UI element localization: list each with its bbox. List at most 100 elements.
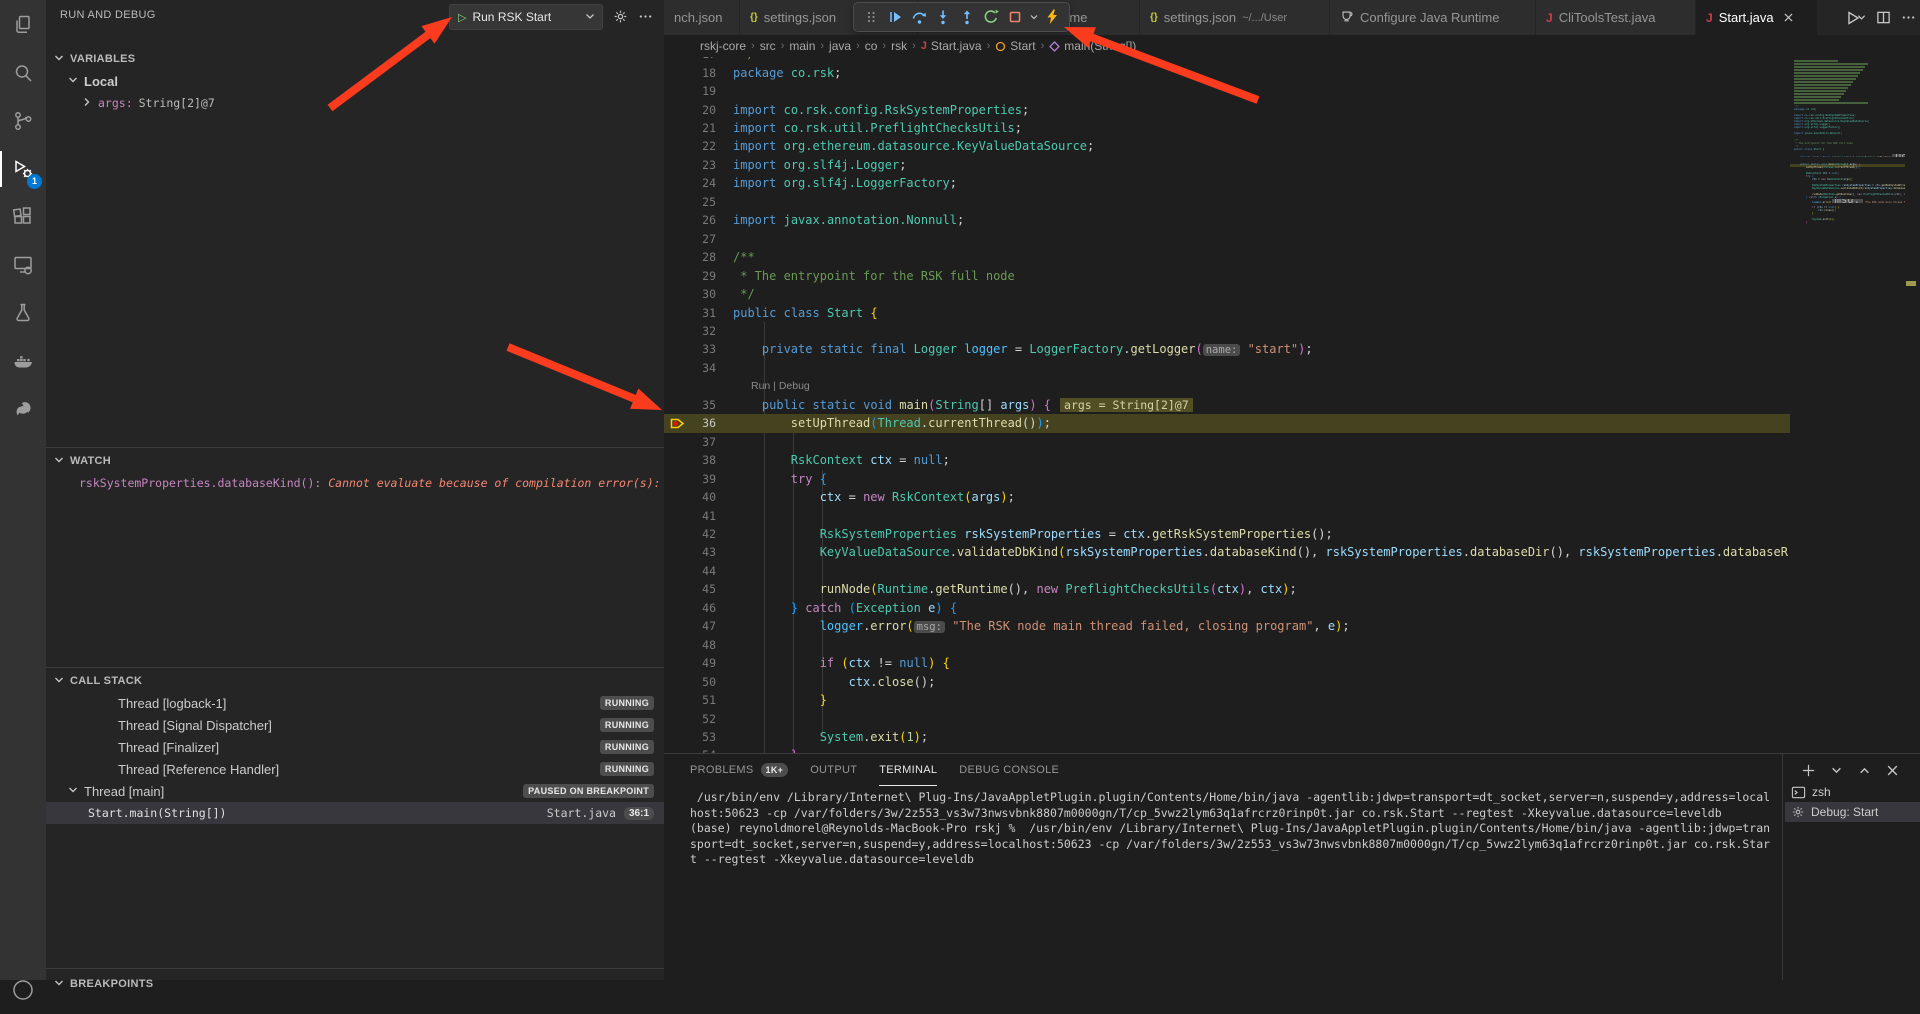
chevron-down-icon[interactable] (585, 10, 595, 24)
code-line-41[interactable]: 41 (664, 506, 1920, 524)
panel-tab-output[interactable]: OUTPUT (810, 754, 857, 786)
codelens-run-debug[interactable]: Run | Debug (664, 377, 1920, 395)
call-stack-thread-thread-signal-dispatcher[interactable]: Thread [Signal Dispatcher]RUNNING (46, 714, 664, 736)
code-line-34[interactable]: 34 (664, 359, 1920, 377)
code-line-46[interactable]: 46 } catch (Exception e) { (664, 599, 1920, 617)
minimap[interactable]: */package co.rsk;import co.rsk.config.Rs… (1790, 57, 1905, 753)
activity-remote-explorer-icon[interactable] (0, 241, 46, 289)
chevron-down-icon[interactable] (54, 673, 70, 689)
stop-icon[interactable] (1003, 5, 1027, 29)
code-line-35[interactable]: 35 public static void main(String[] args… (664, 396, 1920, 414)
close-icon[interactable] (1784, 10, 1793, 25)
breadcrumb-item-start[interactable]: Start (995, 39, 1035, 53)
code-line-18[interactable]: 18package co.rsk; (664, 63, 1920, 81)
code-line-25[interactable]: 25 (664, 193, 1920, 211)
tab-clitoolstest-java[interactable]: JCliToolsTest.java (1536, 0, 1696, 35)
code-line-40[interactable]: 40 ctx = new RskContext(args); (664, 488, 1920, 506)
code-editor[interactable]: 17 */18package co.rsk;1920import co.rsk.… (664, 45, 1920, 753)
code-line-30[interactable]: 30 */ (664, 285, 1920, 303)
code-line-28[interactable]: 28/** (664, 248, 1920, 266)
restart-icon[interactable] (979, 5, 1003, 29)
watch-expression-row[interactable]: rskSystemProperties.databaseKind(): Cann… (46, 472, 664, 494)
activity-gradle-icon[interactable] (0, 385, 46, 433)
overview-ruler[interactable] (1905, 57, 1920, 753)
code-line-42[interactable]: 42 RskSystemProperties rskSystemProperti… (664, 525, 1920, 543)
code-line-20[interactable]: 20import co.rsk.config.RskSystemProperti… (664, 100, 1920, 118)
launch-config-dropdown[interactable]: ▷ Run RSK Start (449, 4, 603, 30)
call-stack-thread-thread-finalizer[interactable]: Thread [Finalizer]RUNNING (46, 736, 664, 758)
code-line-26[interactable]: 26import javax.annotation.Nonnull; (664, 211, 1920, 229)
section-header-breakpoints[interactable]: BREAKPOINTS (46, 973, 664, 995)
chevron-down-icon[interactable] (68, 783, 84, 799)
code-line-38[interactable]: 38 RskContext ctx = null; (664, 451, 1920, 469)
chevron-right-icon[interactable] (82, 95, 98, 111)
chevron-down-icon[interactable] (54, 51, 70, 67)
activity-run-and-debug-icon[interactable]: 1 (0, 145, 46, 193)
tab-nch-json[interactable]: nch.json (664, 0, 740, 35)
terminal-profile-chevron-icon[interactable] (1826, 760, 1846, 780)
close-panel-icon[interactable] (1882, 760, 1902, 780)
activity-search-icon[interactable] (0, 49, 46, 97)
code-line-44[interactable]: 44 (664, 562, 1920, 580)
code-line-37[interactable]: 37 (664, 433, 1920, 451)
chevron-down-icon[interactable] (54, 976, 70, 992)
call-stack-thread-thread-reference-handler[interactable]: Thread [Reference Handler]RUNNING (46, 758, 664, 780)
current-frame-breakpoint-icon[interactable] (664, 414, 690, 432)
breadcrumb-item-main-string[interactable]: main(String[]) (1049, 39, 1136, 53)
activity-account-icon[interactable] (0, 966, 46, 1014)
code-line-47[interactable]: 47 logger.error(msg: "The RSK node main … (664, 617, 1920, 635)
code-line-19[interactable]: 19 (664, 82, 1920, 100)
code-line-52[interactable]: 52 (664, 709, 1920, 727)
code-line-36[interactable]: 36 setUpThread(Thread.currentThread()); (664, 414, 1920, 432)
stop-chevron-icon[interactable] (1027, 5, 1040, 29)
breadcrumb-item-rskj-core[interactable]: rskj-core (700, 39, 746, 53)
step-out-icon[interactable] (955, 5, 979, 29)
call-stack-thread-thread-logback-1[interactable]: Thread [logback-1]RUNNING (46, 692, 664, 714)
maximize-panel-icon[interactable] (1854, 760, 1874, 780)
code-line-32[interactable]: 32 (664, 322, 1920, 340)
variables-scope-local[interactable]: Local (46, 70, 664, 92)
split-editor-icon[interactable] (1876, 10, 1891, 25)
breadcrumb-item-start-java[interactable]: JStart.java (921, 39, 982, 53)
code-line-22[interactable]: 22import org.ethereum.datasource.KeyValu… (664, 137, 1920, 155)
new-terminal-icon[interactable] (1798, 760, 1818, 780)
code-line-50[interactable]: 50 ctx.close(); (664, 672, 1920, 690)
gear-icon[interactable] (610, 6, 630, 26)
hot-code-replace-icon[interactable] (1040, 5, 1064, 29)
activity-testing-icon[interactable] (0, 289, 46, 337)
more-actions-icon[interactable] (635, 6, 655, 26)
code-line-27[interactable]: 27 (664, 230, 1920, 248)
code-line-48[interactable]: 48 (664, 636, 1920, 654)
code-line-29[interactable]: 29 * The entrypoint for the RSK full nod… (664, 266, 1920, 284)
activity-extensions-icon[interactable] (0, 193, 46, 241)
code-line-43[interactable]: 43 KeyValueDataSource.validateDbKind(rsk… (664, 543, 1920, 561)
activity-explorer-icon[interactable] (0, 1, 46, 49)
run-icon[interactable]: ▷ (458, 11, 466, 24)
more-actions-icon[interactable] (1901, 10, 1916, 25)
breadcrumb-item-co[interactable]: co (865, 39, 878, 53)
activity-docker-icon[interactable] (0, 337, 46, 385)
section-header-variables[interactable]: VARIABLES (46, 48, 664, 70)
panel-tab-terminal[interactable]: TERMINAL (879, 754, 937, 786)
code-line-23[interactable]: 23import org.slf4j.Logger; (664, 156, 1920, 174)
code-line-49[interactable]: 49 if (ctx != null) { (664, 654, 1920, 672)
code-line-21[interactable]: 21import co.rsk.util.PreflightChecksUtil… (664, 119, 1920, 137)
code-line-33[interactable]: 33 private static final Logger logger = … (664, 340, 1920, 358)
panel-tab-problems[interactable]: PROBLEMS1K+ (690, 754, 788, 786)
call-stack-frame-selected[interactable]: Start.main(String[])Start.java36:1 (46, 802, 664, 824)
code-line-53[interactable]: 53 System.exit(1); (664, 728, 1920, 746)
code-line-31[interactable]: 31public class Start { (664, 303, 1920, 321)
code-line-51[interactable]: 51 } (664, 691, 1920, 709)
tab-settings-json[interactable]: {}settings.json~/.../User (1140, 0, 1330, 35)
continue-icon[interactable] (883, 5, 907, 29)
terminal-output[interactable]: /usr/bin/env /Library/Internet\ Plug-Ins… (690, 790, 1780, 868)
section-header-call-stack[interactable]: CALL STACK (46, 670, 664, 692)
call-stack-thread-thread-main[interactable]: Thread [main]PAUSED ON BREAKPOINT (46, 780, 664, 802)
activity-source-control-icon[interactable] (0, 97, 46, 145)
chevron-down-icon[interactable] (54, 453, 70, 469)
section-header-watch[interactable]: WATCH (46, 450, 664, 472)
code-line-54[interactable]: 54 } (664, 746, 1920, 753)
step-into-icon[interactable] (931, 5, 955, 29)
breadcrumb-item-rsk[interactable]: rsk (891, 39, 907, 53)
breadcrumb-item-src[interactable]: src (760, 39, 776, 53)
